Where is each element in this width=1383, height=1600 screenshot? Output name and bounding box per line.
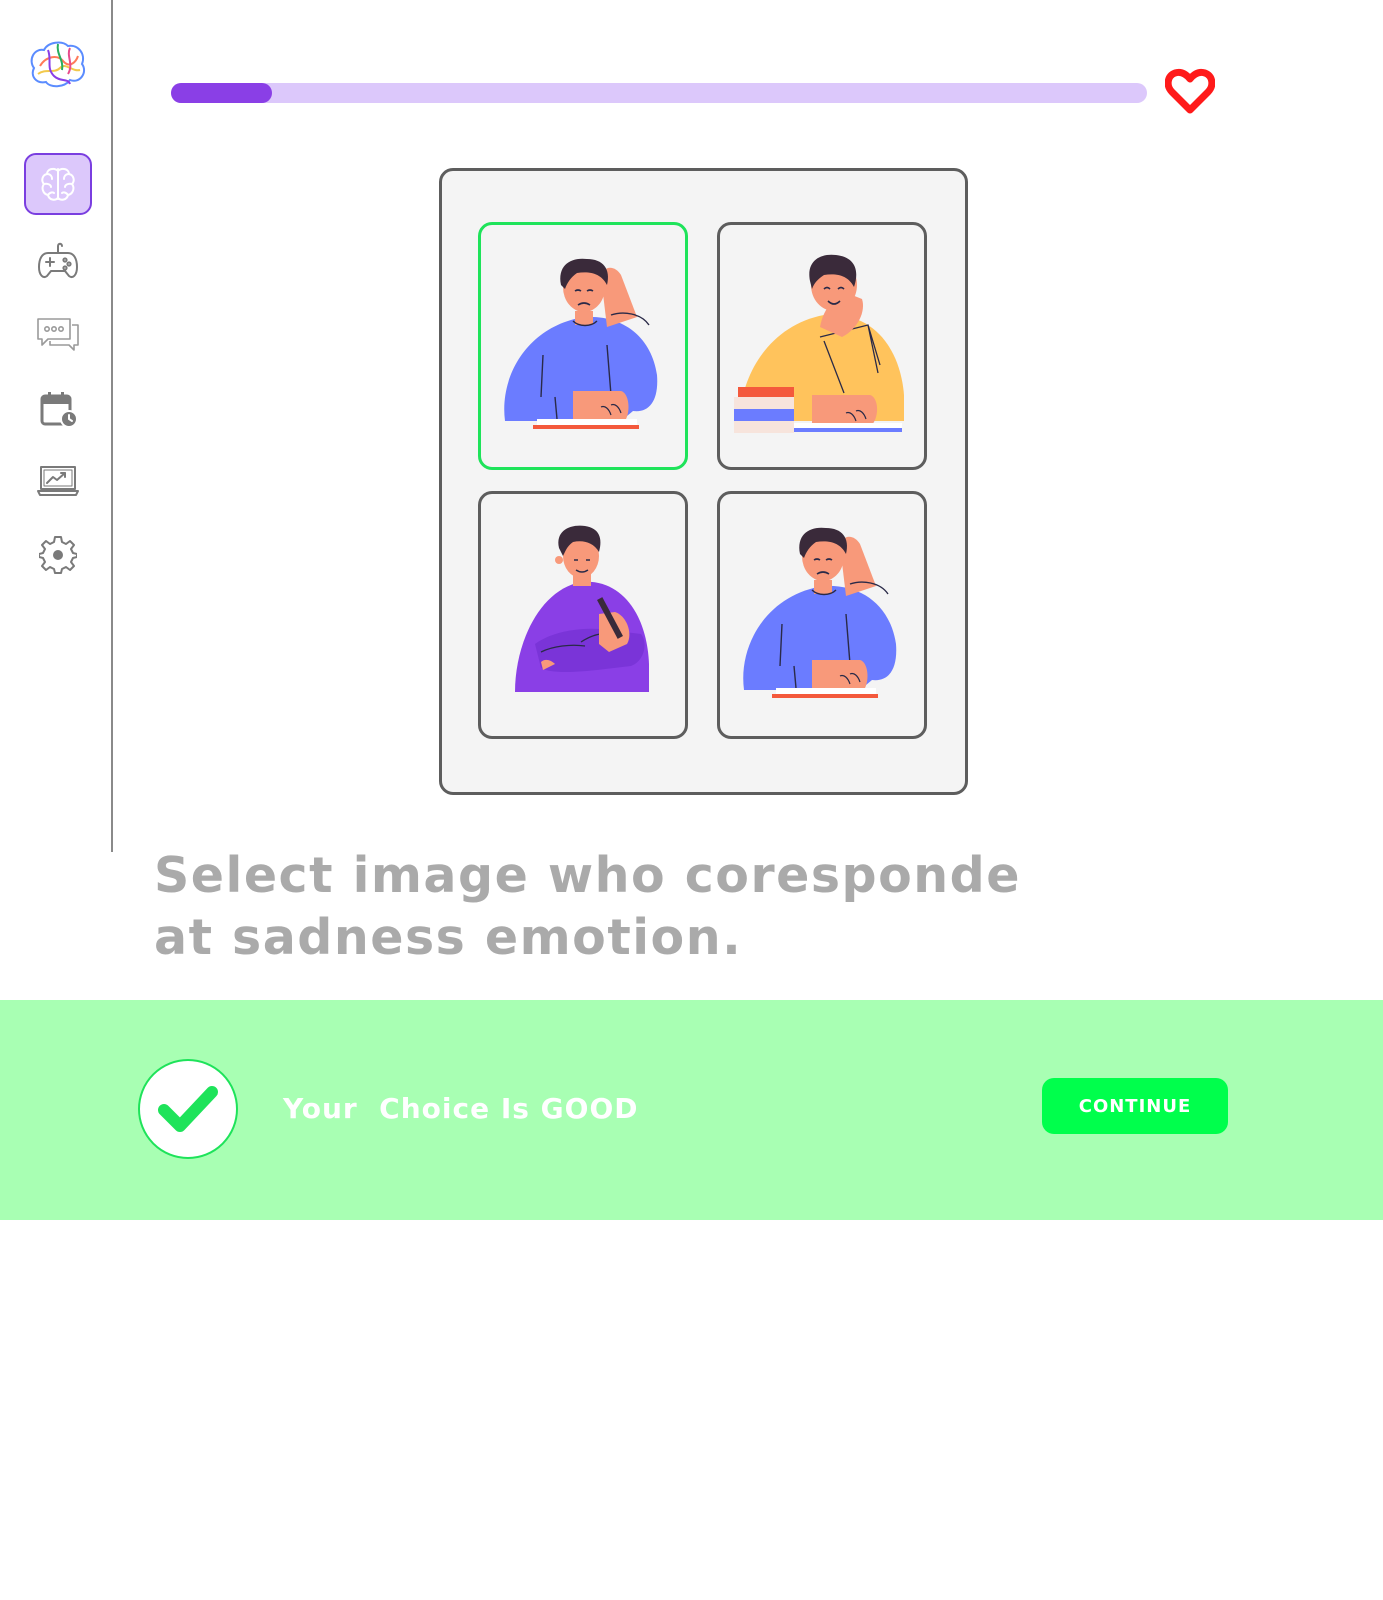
feedback-message: Your Choice Is GOOD [283, 1092, 639, 1125]
sidebar-item-analytics[interactable] [24, 450, 92, 512]
sad-person-illustration [504, 258, 658, 429]
success-badge [138, 1059, 238, 1159]
question-line-2: at sadness emotion. [154, 909, 743, 966]
option-image-sad-2[interactable] [717, 491, 927, 739]
chat-icon [37, 318, 79, 351]
option-image-calm[interactable] [478, 491, 688, 739]
progress-bar-fill [171, 83, 272, 103]
option-image-happy[interactable] [717, 222, 927, 470]
question-line-1: Select image who coresponde [154, 847, 1021, 904]
sidebar-divider [111, 0, 113, 852]
brain-logo [30, 41, 86, 88]
brain-icon [41, 167, 75, 201]
option-image-sad-1[interactable] [478, 222, 688, 470]
progress-bar [171, 83, 1147, 103]
continue-button[interactable]: CONTINUE [1042, 1078, 1228, 1134]
happy-person-illustration [734, 254, 904, 433]
sidebar-item-chat[interactable] [24, 303, 92, 365]
sidebar-item-settings[interactable] [24, 524, 92, 586]
analytics-laptop-icon [37, 466, 79, 496]
feedback-banner: Your Choice Is GOOD CONTINUE [0, 1000, 1383, 1220]
sad-person-illustration [743, 527, 897, 698]
sidebar-item-games[interactable] [24, 231, 92, 293]
sidebar-item-schedule[interactable] [24, 377, 92, 439]
heart-icon [1165, 68, 1215, 114]
sidebar-item-brain[interactable] [24, 153, 92, 215]
checkmark-icon [158, 1086, 218, 1132]
calendar-clock-icon [40, 392, 78, 428]
image-options-panel [439, 168, 968, 795]
gamepad-icon [38, 242, 78, 278]
gear-icon [39, 536, 77, 574]
question-prompt: Select image who coresponde at sadness e… [154, 845, 1054, 969]
calm-person-illustration [515, 525, 649, 692]
